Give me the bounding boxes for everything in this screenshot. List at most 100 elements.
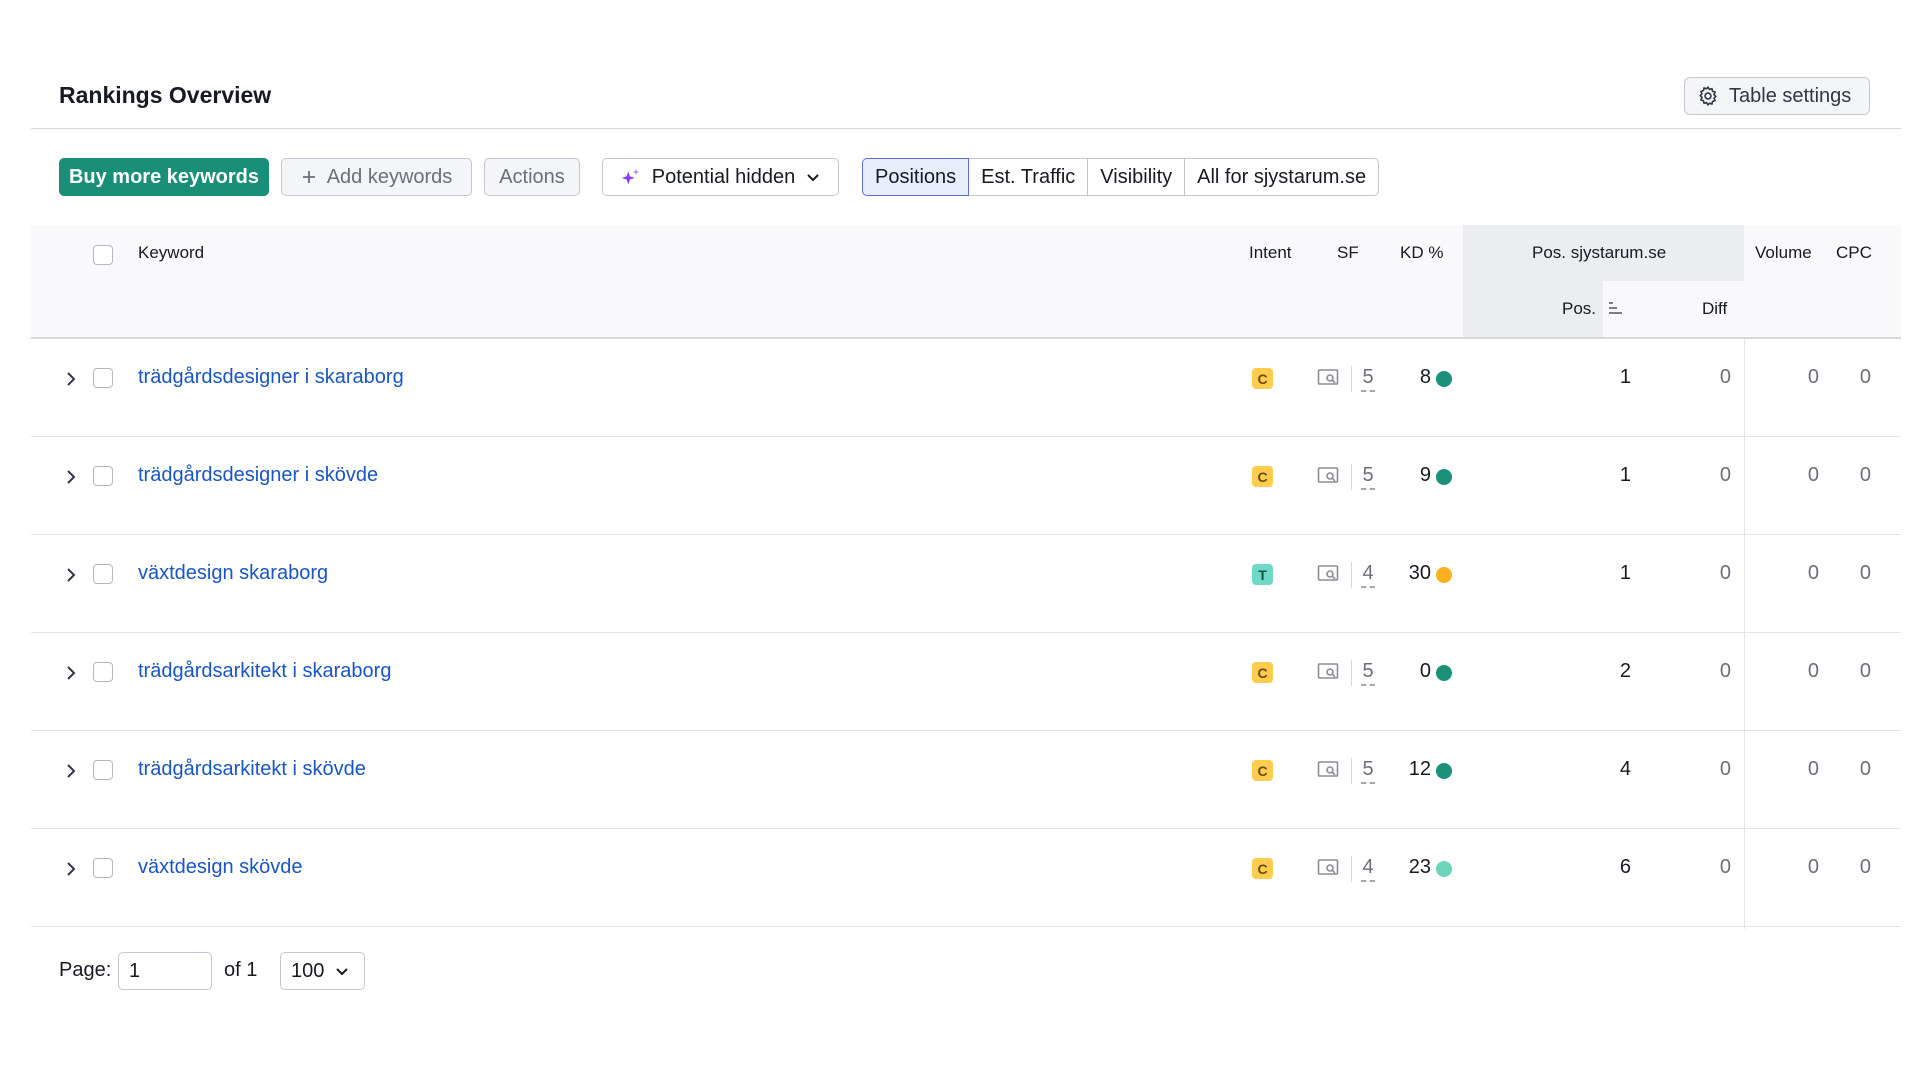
keyword-link[interactable]: trädgårdsarkitekt i skaraborg <box>138 660 391 683</box>
kd-value: 9 <box>1419 464 1431 486</box>
kd-value: 23 <box>1408 856 1431 878</box>
select-all-checkbox[interactable] <box>93 245 113 265</box>
serp-features-icon[interactable] <box>1317 858 1339 878</box>
serp-features-icon[interactable] <box>1317 662 1339 682</box>
intent-badge[interactable]: C <box>1252 760 1273 781</box>
diff-value: 0 <box>1719 366 1731 388</box>
cpc-value: 0 <box>1859 562 1871 584</box>
position-value: 6 <box>1619 856 1631 878</box>
kd-difficulty-dot <box>1436 665 1452 681</box>
kd-value: 12 <box>1408 758 1431 780</box>
potential-hidden-dropdown[interactable]: Potential hidden <box>602 158 839 196</box>
actions-button[interactable]: Actions <box>484 158 580 196</box>
cpc-value: 0 <box>1859 856 1871 878</box>
column-intent[interactable]: Intent <box>1249 243 1292 263</box>
buy-more-keywords-button[interactable]: Buy more keywords <box>59 158 269 196</box>
tab-all-for-domain[interactable]: All for sjystarum.se <box>1184 158 1380 196</box>
kd-value: 30 <box>1408 562 1431 584</box>
row-checkbox[interactable] <box>93 564 113 584</box>
page-label: Page: <box>59 959 112 981</box>
volume-value: 0 <box>1807 366 1819 388</box>
column-sf[interactable]: SF <box>1337 243 1359 263</box>
cpc-value: 0 <box>1859 464 1871 486</box>
column-keyword[interactable]: Keyword <box>138 243 204 263</box>
add-keywords-label: Add keywords <box>326 165 453 188</box>
serp-features-count[interactable]: 5 <box>1361 464 1375 490</box>
per-page-select[interactable]: 100 <box>280 952 365 990</box>
position-value: 2 <box>1619 660 1631 682</box>
intent-badge[interactable]: T <box>1252 564 1273 585</box>
column-cpc[interactable]: CPC <box>1836 243 1872 263</box>
page-number-input[interactable] <box>118 952 212 990</box>
serp-features-count[interactable]: 4 <box>1361 562 1375 588</box>
kd-difficulty-dot <box>1436 861 1452 877</box>
expand-chevron-icon[interactable] <box>61 761 81 781</box>
table-row: trädgårdsarkitekt i skaraborg C 5 0 2 0 … <box>31 633 1901 731</box>
expand-chevron-icon[interactable] <box>61 467 81 487</box>
page-title: Rankings Overview <box>59 82 272 108</box>
expand-chevron-icon[interactable] <box>61 859 81 879</box>
expand-chevron-icon[interactable] <box>61 663 81 683</box>
column-pos-group: Pos. sjystarum.se <box>1532 243 1667 262</box>
sf-separator <box>1351 856 1352 882</box>
intent-badge[interactable]: C <box>1252 858 1273 879</box>
intent-badge[interactable]: C <box>1252 466 1273 487</box>
tab-est-traffic[interactable]: Est. Traffic <box>968 158 1089 196</box>
tab-positions[interactable]: Positions <box>862 158 970 196</box>
row-checkbox[interactable] <box>93 858 113 878</box>
diff-value: 0 <box>1719 660 1731 682</box>
sort-icon <box>1608 302 1622 314</box>
sf-separator <box>1351 758 1352 784</box>
chevron-down-icon <box>336 968 349 976</box>
expand-chevron-icon[interactable] <box>61 565 81 585</box>
row-checkbox[interactable] <box>93 760 113 780</box>
serp-features-count[interactable]: 5 <box>1361 366 1375 392</box>
sf-separator <box>1351 464 1352 490</box>
serp-features-icon[interactable] <box>1317 368 1339 388</box>
position-value: 1 <box>1619 464 1631 486</box>
kd-difficulty-dot <box>1436 371 1452 387</box>
keyword-link[interactable]: växtdesign skaraborg <box>138 562 328 585</box>
intent-badge[interactable]: C <box>1252 662 1273 683</box>
table-settings-button[interactable]: Table settings <box>1684 77 1870 115</box>
keyword-link[interactable]: trädgårdsarkitekt i skövde <box>138 758 366 781</box>
row-checkbox[interactable] <box>93 368 113 388</box>
sf-separator <box>1351 562 1352 588</box>
rankings-overview-page: Rankings Overview Table settings Buy mor… <box>0 0 1920 1080</box>
add-keywords-button[interactable]: Add keywords <box>281 158 472 196</box>
column-diff[interactable]: Diff <box>1702 299 1727 319</box>
potential-hidden-label: Potential hidden <box>651 165 796 188</box>
volume-value: 0 <box>1807 464 1819 486</box>
table-row: trädgårdsdesigner i skövde C 5 9 1 0 0 0 <box>31 437 1901 535</box>
page-count: of 1 <box>224 959 258 981</box>
diff-value: 0 <box>1719 562 1731 584</box>
sparkle-icon <box>621 168 640 185</box>
diff-value: 0 <box>1719 464 1731 486</box>
column-pos[interactable]: Pos. <box>1562 299 1623 319</box>
position-value: 1 <box>1619 562 1631 584</box>
keyword-link[interactable]: växtdesign skövde <box>138 856 303 879</box>
intent-badge[interactable]: C <box>1252 368 1273 389</box>
row-checkbox[interactable] <box>93 466 113 486</box>
keyword-link[interactable]: trädgårdsdesigner i skövde <box>138 464 378 487</box>
table-row: trädgårdsarkitekt i skövde C 5 12 4 0 0 … <box>31 731 1901 829</box>
serp-features-icon[interactable] <box>1317 466 1339 486</box>
column-pos-label: Pos. <box>1562 299 1597 318</box>
header-divider <box>31 128 1901 129</box>
keyword-link[interactable]: trädgårdsdesigner i skaraborg <box>138 366 404 389</box>
view-tabs: Positions Est. Traffic Visibility All fo… <box>862 158 1380 196</box>
expand-chevron-icon[interactable] <box>61 369 81 389</box>
serp-features-count[interactable]: 5 <box>1361 660 1375 686</box>
column-volume[interactable]: Volume <box>1755 243 1812 263</box>
table-row: växtdesign skövde C 4 23 6 0 0 0 <box>31 829 1901 927</box>
serp-features-count[interactable]: 4 <box>1361 856 1375 882</box>
tab-visibility[interactable]: Visibility <box>1087 158 1186 196</box>
kd-value: 0 <box>1419 660 1431 682</box>
serp-features-icon[interactable] <box>1317 564 1339 584</box>
table-settings-label: Table settings <box>1729 84 1852 107</box>
column-kd[interactable]: KD % <box>1400 243 1443 263</box>
row-checkbox[interactable] <box>93 662 113 682</box>
serp-features-icon[interactable] <box>1317 760 1339 780</box>
row-divider <box>31 926 1901 927</box>
serp-features-count[interactable]: 5 <box>1361 758 1375 784</box>
